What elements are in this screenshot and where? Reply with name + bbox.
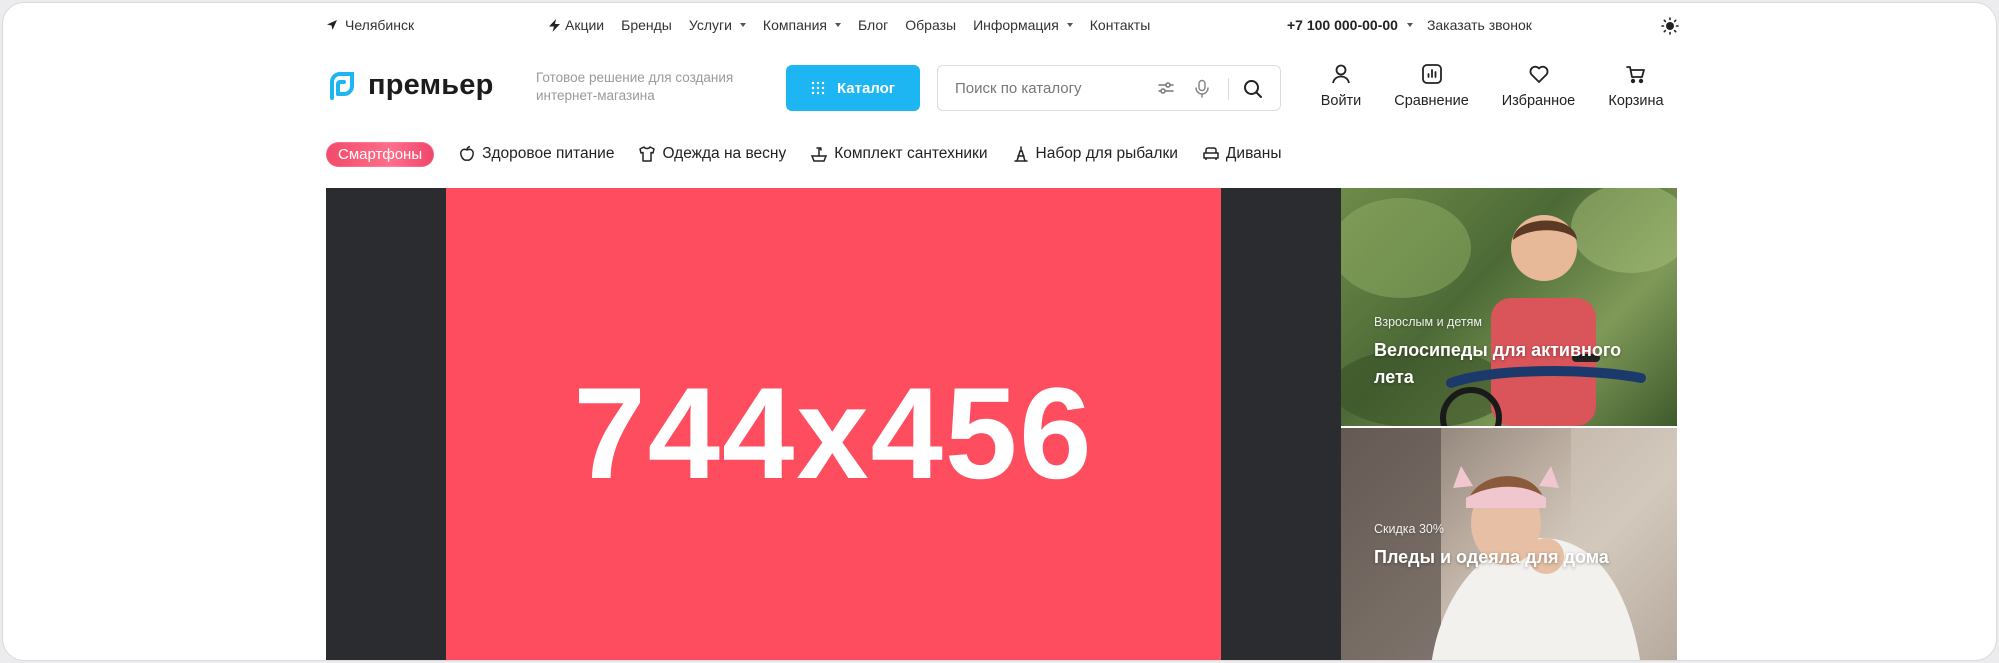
phone-block: +7 100 000-00-00 Заказать звонок: [1287, 17, 1532, 33]
search-icon[interactable]: [1243, 79, 1263, 99]
fishing-icon: [1013, 146, 1028, 162]
category-bar: Смартфоны Здоровое питание Одежда на вес…: [326, 141, 1677, 167]
faucet-icon: [811, 147, 828, 162]
category-plumbing[interactable]: Комплект сантехники: [810, 145, 988, 163]
nav-item-brands[interactable]: Бренды: [621, 17, 672, 33]
nav-item-blog[interactable]: Блог: [858, 17, 888, 33]
logo[interactable]: премьер: [326, 69, 494, 102]
lightning-icon: [549, 18, 560, 32]
city-label: Челябинск: [345, 17, 415, 33]
nav-item-sales[interactable]: Акции: [549, 17, 604, 33]
grid-dots-icon: [811, 81, 825, 95]
location-arrow-icon: [327, 20, 337, 30]
hero-placeholder: 744x456: [446, 188, 1221, 660]
caret-down-icon[interactable]: [1406, 23, 1413, 27]
side-banner-bikes[interactable]: Взрослым и детям Велосипеды для активног…: [1341, 188, 1677, 426]
category-spring-clothes[interactable]: Одежда на весну: [638, 145, 786, 163]
nav-item-services[interactable]: Услуги: [689, 17, 746, 33]
caret-down-icon: [739, 23, 746, 27]
login-button[interactable]: Войти: [1311, 63, 1371, 109]
search-divider: [1228, 78, 1229, 100]
filter-sliders-icon[interactable]: [1157, 79, 1175, 97]
side-banner-subtitle: Скидка 30%: [1374, 522, 1444, 536]
side-banner-title: Пледы и одеяла для дома: [1374, 547, 1609, 567]
category-fishing[interactable]: Набор для рыбалки: [1012, 145, 1178, 163]
nav-item-looks[interactable]: Образы: [905, 17, 956, 33]
side-banner-title: Велосипеды для активного лета: [1374, 340, 1622, 387]
phone-number[interactable]: +7 100 000-00-00: [1287, 17, 1398, 33]
caret-down-icon: [1066, 23, 1073, 27]
compare-chart-icon: [1421, 64, 1442, 84]
theme-toggle[interactable]: [1661, 17, 1679, 38]
nav-item-contacts[interactable]: Контакты: [1090, 17, 1150, 33]
category-sofas[interactable]: Диваны: [1202, 145, 1281, 163]
browser-frame: Челябинск Акции Бренды Услуги Компания Б…: [2, 2, 1997, 661]
top-nav: Акции Бренды Услуги Компания Блог Образы…: [549, 17, 1150, 33]
favorites-button[interactable]: Избранное: [1497, 63, 1580, 109]
search-input[interactable]: Поиск по каталогу: [937, 65, 1281, 111]
apple-icon: [460, 145, 475, 161]
category-pill-highlight[interactable]: Смартфоны: [326, 141, 435, 167]
side-banner-text: Взрослым и детям Велосипеды для активног…: [1374, 315, 1644, 391]
hero-banner[interactable]: 744x456: [326, 188, 1341, 660]
catalog-button[interactable]: Каталог: [786, 65, 920, 111]
search-placeholder: Поиск по каталогу: [955, 80, 1082, 97]
nav-item-info[interactable]: Информация: [973, 17, 1073, 33]
side-banner-text: Скидка 30% Пледы и одеяла для дома: [1374, 522, 1644, 571]
callback-link[interactable]: Заказать звонок: [1427, 17, 1532, 33]
sofa-icon: [1203, 147, 1219, 160]
category-healthy-food[interactable]: Здоровое питание: [458, 145, 614, 163]
side-banner-blankets[interactable]: Скидка 30% Пледы и одеяла для дома: [1341, 428, 1677, 660]
logo-text: премьер: [368, 69, 494, 101]
cart-button[interactable]: Корзина: [1604, 63, 1668, 109]
compare-button[interactable]: Сравнение: [1391, 63, 1472, 109]
logo-mark-icon: [330, 71, 354, 100]
top-bar: Челябинск Акции Бренды Услуги Компания Б…: [326, 17, 1679, 39]
shirt-icon: [639, 146, 656, 162]
user-icon: [1332, 64, 1350, 84]
tagline: Готовое решение для создания интернет-ма…: [536, 70, 734, 103]
city-selector[interactable]: Челябинск: [326, 17, 414, 33]
caret-down-icon: [835, 23, 841, 27]
placeholder-size-text: 744x456: [573, 360, 1094, 506]
header-actions: Войти Сравнение Избранное Корзина: [1311, 63, 1668, 109]
header: премьер Готовое решение для создания инт…: [326, 61, 1677, 121]
microphone-icon[interactable]: [1194, 79, 1210, 99]
nav-item-company[interactable]: Компания: [763, 17, 841, 33]
heart-icon: [1529, 65, 1548, 83]
side-banner-subtitle: Взрослым и детям: [1374, 315, 1482, 329]
cart-icon: [1626, 66, 1645, 84]
sun-icon: [1661, 17, 1679, 35]
catalog-label: Каталог: [836, 79, 896, 97]
